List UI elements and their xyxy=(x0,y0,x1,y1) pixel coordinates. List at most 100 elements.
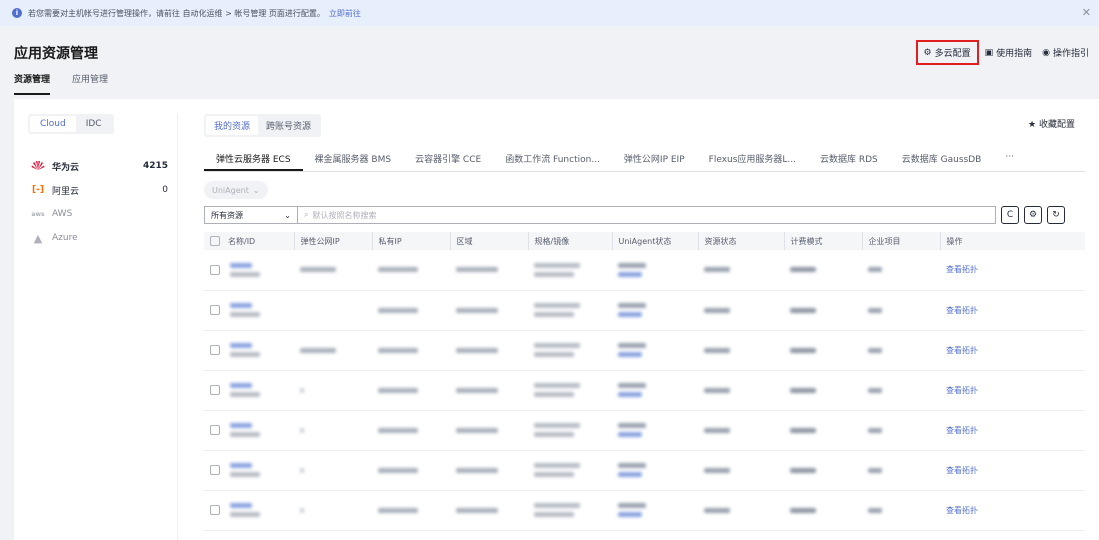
row-checkbox[interactable] xyxy=(210,385,220,395)
segment-cross-account[interactable]: 跨账号资源 xyxy=(258,116,319,135)
redacted-text xyxy=(868,347,882,353)
segment-idc[interactable]: IDC xyxy=(76,116,112,132)
cell-uniagent xyxy=(612,490,698,530)
content-card: Cloud IDC 华为云 4215 [-] 阿里云 0 aws AWS ▲ A… xyxy=(14,99,1099,540)
redacted-text xyxy=(790,467,816,473)
view-topology-link[interactable]: 查看拓扑 xyxy=(946,386,978,395)
cloud-item-huawei[interactable]: 华为云 4215 xyxy=(28,154,178,178)
col-uniagent: UniAgent状态 xyxy=(611,232,698,250)
redacted-text xyxy=(300,427,304,433)
cell-region xyxy=(450,490,528,530)
select-all-checkbox[interactable] xyxy=(210,236,220,246)
cloud-item-aws[interactable]: aws AWS xyxy=(28,202,178,226)
row-checkbox[interactable] xyxy=(210,465,220,475)
cell-enterprise xyxy=(862,250,940,290)
redacted-text xyxy=(704,267,730,273)
service-tabs: 弹性云服务器 ECS 裸金属服务器 BMS 云容器引擎 CCE 函数工作流 Fu… xyxy=(204,146,1085,172)
resource-type-select[interactable]: 所有资源 ⌄ xyxy=(204,206,298,224)
refresh-button[interactable]: ↻ xyxy=(1047,206,1065,224)
tab-flexus[interactable]: Flexus应用服务器L... xyxy=(697,146,808,171)
uniagent-filter[interactable]: UniAgent ⌄ xyxy=(204,181,268,199)
redacted-text xyxy=(300,467,304,473)
redacted-text xyxy=(456,387,498,393)
cloud-name: AWS xyxy=(52,209,73,219)
tab-gaussdb[interactable]: 云数据库 GaussDB xyxy=(890,146,994,171)
view-topology-link[interactable]: 查看拓扑 xyxy=(946,265,978,274)
cell-region xyxy=(450,250,528,290)
redacted-text xyxy=(230,472,260,477)
table-settings-button[interactable]: ⚙ xyxy=(1024,206,1042,224)
cell-billing xyxy=(784,330,862,370)
cell-name xyxy=(204,370,294,410)
tab-app-management[interactable]: 应用管理 xyxy=(72,72,108,95)
tab-rds[interactable]: 云数据库 RDS xyxy=(808,146,890,171)
view-topology-link[interactable]: 查看拓扑 xyxy=(946,346,978,355)
redacted-text xyxy=(618,392,642,397)
cell-region xyxy=(450,370,528,410)
operation-guide-button[interactable]: ◉ 操作指引 xyxy=(1042,46,1089,60)
cloud-name: 华为云 xyxy=(52,162,80,173)
cloud-name: Azure xyxy=(52,233,78,243)
redacted-text xyxy=(790,347,816,353)
redacted-text xyxy=(534,503,580,508)
redacted-text xyxy=(230,512,260,517)
cell-spec xyxy=(528,490,612,530)
redacted-text xyxy=(456,267,498,273)
cell-eip xyxy=(294,410,372,450)
redacted-text xyxy=(456,467,498,473)
usage-guide-label: 使用指南 xyxy=(996,49,1033,59)
page-header: 应用资源管理 资源管理 应用管理 ⚙ 多云配置 ▣ 使用指南 ◉ 操作指引 xyxy=(0,26,1099,100)
segment-my-resources[interactable]: 我的资源 xyxy=(206,116,259,135)
cloud-item-aliyun[interactable]: [-] 阿里云 0 xyxy=(28,178,178,202)
star-icon: ★ xyxy=(1028,120,1037,130)
redacted-text xyxy=(868,467,882,473)
notice-text: 若您需要对主机帐号进行管理操作，请前往 自动化运维 > 帐号管理 页面进行配置。 xyxy=(28,8,325,18)
tab-cce[interactable]: 云容器引擎 CCE xyxy=(403,146,493,171)
redacted-text xyxy=(230,312,260,317)
cell-name xyxy=(204,290,294,330)
table-toggle-button[interactable]: C xyxy=(1001,206,1019,224)
close-icon[interactable]: ✕ xyxy=(1082,6,1091,19)
row-checkbox[interactable] xyxy=(210,425,220,435)
col-billing: 计费模式 xyxy=(783,232,862,250)
multi-cloud-config-button[interactable]: ⚙ 多云配置 xyxy=(915,40,979,65)
cell-uniagent xyxy=(612,450,698,490)
search-input[interactable]: ⌕ 默认按照名称搜索 xyxy=(298,206,996,224)
notice-link[interactable]: 立即前往 xyxy=(329,8,361,19)
favorite-config-button[interactable]: ★ 收藏配置 xyxy=(1028,117,1075,130)
view-topology-link[interactable]: 查看拓扑 xyxy=(946,426,978,435)
cell-status xyxy=(698,250,784,290)
tab-resource-management[interactable]: 资源管理 xyxy=(14,72,51,95)
tab-ecs[interactable]: 弹性云服务器 ECS xyxy=(204,146,303,171)
segment-cloud[interactable]: Cloud xyxy=(30,116,76,132)
view-topology-link[interactable]: 查看拓扑 xyxy=(946,466,978,475)
cell-eip xyxy=(294,370,372,410)
redacted-text xyxy=(704,427,730,433)
view-topology-link[interactable]: 查看拓扑 xyxy=(946,506,978,515)
row-checkbox[interactable] xyxy=(210,264,220,275)
cell-status xyxy=(698,330,784,370)
redacted-text xyxy=(378,307,418,313)
redacted-text xyxy=(230,423,252,428)
uniagent-filter-label: UniAgent xyxy=(212,185,249,195)
row-checkbox[interactable] xyxy=(210,345,220,355)
cloud-count: 0 xyxy=(162,185,168,195)
col-name: 名称/ID xyxy=(204,232,294,250)
row-checkbox[interactable] xyxy=(210,505,220,515)
cell-billing xyxy=(784,290,862,330)
view-topology-link[interactable]: 查看拓扑 xyxy=(946,306,978,315)
tab-function[interactable]: 函数工作流 Function... xyxy=(493,146,612,171)
cell-private-ip xyxy=(372,450,450,490)
row-checkbox[interactable] xyxy=(210,305,220,315)
redacted-text xyxy=(378,347,418,353)
tab-bms[interactable]: 裸金属服务器 BMS xyxy=(303,146,404,171)
cloud-item-azure[interactable]: ▲ Azure xyxy=(28,226,178,250)
more-tabs-button[interactable]: ··· xyxy=(993,146,1026,171)
settings-icon: ⚙ xyxy=(923,47,932,58)
resource-table: 名称/ID 弹性公网IP 私有IP 区域 规格/镜像 UniAgent状态 资源… xyxy=(204,232,1085,531)
refresh-icon: ↻ xyxy=(1052,210,1060,220)
tab-eip[interactable]: 弹性公网IP EIP xyxy=(612,146,697,171)
cell-name xyxy=(204,330,294,370)
usage-guide-button[interactable]: ▣ 使用指南 xyxy=(985,46,1033,60)
table-row: 查看拓扑 xyxy=(204,370,1085,410)
